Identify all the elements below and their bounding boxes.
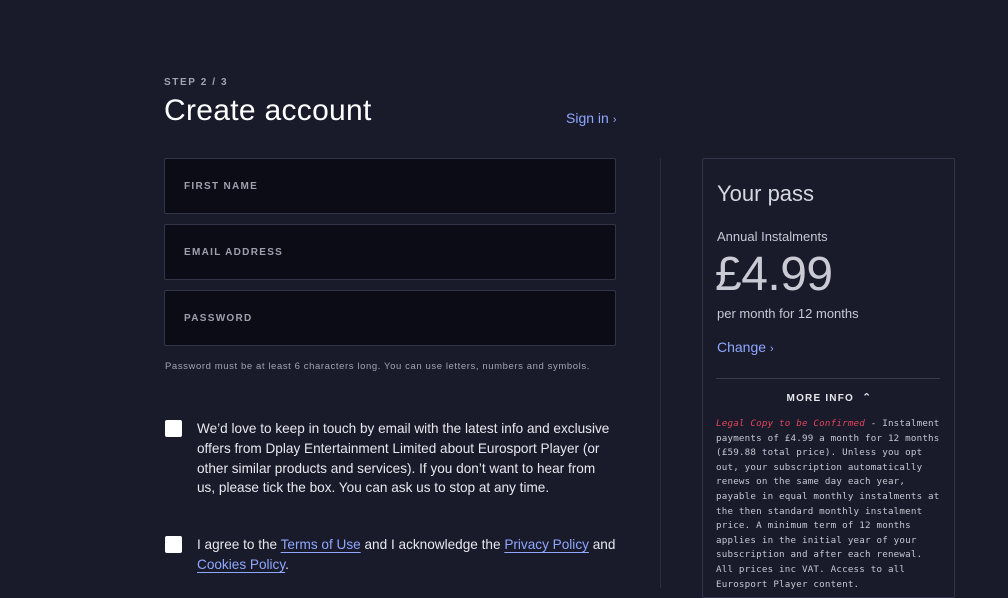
chevron-right-icon: › xyxy=(612,114,617,126)
more-info-label: MORE INFO xyxy=(786,393,855,404)
terms-end-text: . xyxy=(285,556,289,572)
first-name-input[interactable] xyxy=(165,159,615,213)
change-label: Change xyxy=(717,339,767,355)
plan-price: £4.99 xyxy=(715,248,833,301)
password-field[interactable] xyxy=(164,290,616,346)
legal-text: - Instalment payments of £4.99 a month f… xyxy=(716,418,940,590)
legal-placeholder-note: Legal Copy to be Confirmed xyxy=(716,418,866,429)
password-input[interactable] xyxy=(165,291,615,345)
plan-name: Annual Instalments xyxy=(717,229,828,244)
marketing-consent-text: We’d love to keep in touch by email with… xyxy=(197,421,610,496)
chevron-up-icon: ⌃ xyxy=(862,392,873,404)
terms-of-use-link[interactable]: Terms of Use xyxy=(281,537,361,552)
marketing-checkbox[interactable] xyxy=(165,420,182,437)
price-period: per month for 12 months xyxy=(717,306,859,321)
page-title: Create account xyxy=(164,94,372,127)
privacy-policy-link[interactable]: Privacy Policy xyxy=(504,537,589,552)
terms-and-text: and xyxy=(588,537,616,552)
sign-in-label: Sign in xyxy=(566,110,609,126)
column-divider xyxy=(660,158,661,588)
terms-pre-text: I agree to the xyxy=(197,537,281,552)
terms-consent-text: I agree to the Terms of Use and I acknow… xyxy=(197,535,617,575)
email-input[interactable] xyxy=(165,225,615,279)
legal-copy: Legal Copy to be Confirmed - Instalment … xyxy=(716,417,944,592)
change-plan-link[interactable]: Change › xyxy=(717,339,774,355)
first-name-field[interactable] xyxy=(164,158,616,214)
terms-mid-text: and I acknowledge the xyxy=(360,537,505,552)
pass-summary-panel: Your pass Annual Instalments £4.99 per m… xyxy=(702,158,955,598)
pass-title: Your pass xyxy=(717,181,815,206)
password-hint: Password must be at least 6 characters l… xyxy=(165,361,590,372)
step-indicator: STEP 2 / 3 xyxy=(164,77,229,88)
email-field[interactable] xyxy=(164,224,616,280)
more-info-toggle[interactable]: MORE INFO ⌃ xyxy=(703,391,956,404)
terms-checkbox[interactable] xyxy=(165,536,182,553)
cookies-policy-link[interactable]: Cookies Policy xyxy=(197,557,285,572)
panel-separator xyxy=(716,378,940,379)
sign-in-link[interactable]: Sign in › xyxy=(566,110,616,126)
chevron-right-icon: › xyxy=(770,343,774,355)
